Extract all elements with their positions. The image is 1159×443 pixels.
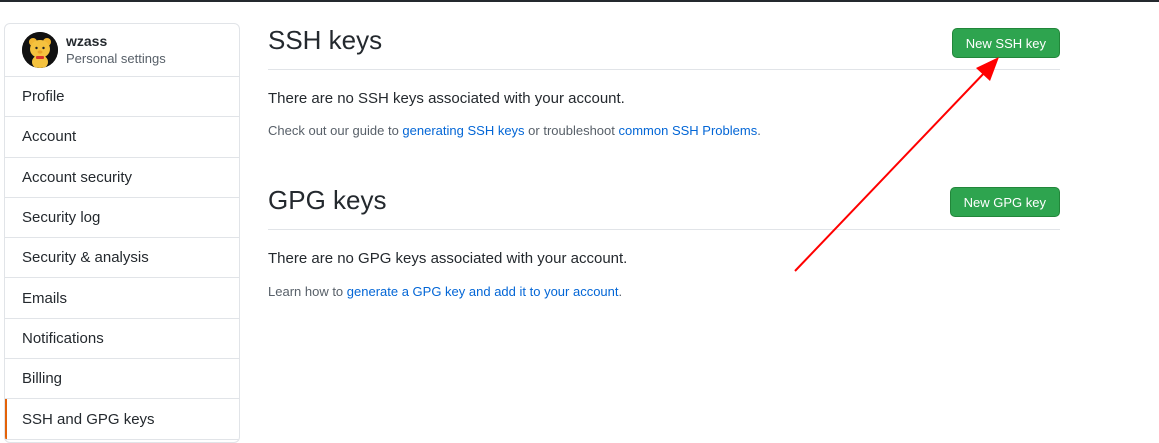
personal-settings-label: Personal settings	[66, 51, 166, 66]
ssh-keys-title: SSH keys	[268, 25, 383, 55]
settings-sidebar: wzass Personal settings Profile Account …	[4, 23, 240, 443]
common-ssh-problems-link[interactable]: common SSH Problems	[619, 123, 758, 138]
sidebar-item-account[interactable]: Account	[5, 117, 239, 158]
sidebar-item-emails[interactable]: Emails	[5, 278, 239, 319]
ssh-keys-section: SSH keys New SSH key There are no SSH ke…	[268, 23, 1060, 138]
sidebar-item-notifications[interactable]: Notifications	[5, 319, 239, 360]
generate-gpg-key-link[interactable]: generate a GPG key and add it to your ac…	[347, 284, 619, 299]
ssh-empty-message: There are no SSH keys associated with yo…	[268, 90, 625, 107]
avatar[interactable]	[22, 32, 58, 68]
sidebar-item-profile[interactable]: Profile	[5, 77, 239, 118]
gpg-help-text: Learn how to generate a GPG key and add …	[268, 284, 622, 299]
bear-avatar-icon	[22, 32, 58, 68]
gpg-empty-message: There are no GPG keys associated with yo…	[268, 250, 628, 267]
gpg-keys-title: GPG keys	[268, 185, 387, 215]
gpg-keys-section: GPG keys New GPG key There are no GPG ke…	[268, 183, 1060, 299]
sidebar-item-billing[interactable]: Billing	[5, 359, 239, 400]
ssh-keys-header: SSH keys New SSH key	[268, 23, 1060, 70]
new-ssh-key-button[interactable]: New SSH key	[951, 28, 1060, 58]
profile-header[interactable]: wzass Personal settings	[5, 24, 239, 77]
ssh-help-text: Check out our guide to generating SSH ke…	[268, 123, 761, 138]
generating-ssh-keys-link[interactable]: generating SSH keys	[402, 123, 524, 138]
gpg-help-prefix: Learn how to	[268, 284, 347, 299]
username[interactable]: wzass	[66, 33, 166, 50]
sidebar-item-account-security[interactable]: Account security	[5, 158, 239, 198]
ssh-help-middle: or troubleshoot	[524, 123, 619, 138]
ssh-help-prefix: Check out our guide to	[268, 123, 403, 138]
sidebar-item-security-analysis[interactable]: Security & analysis	[5, 238, 239, 279]
gpg-help-suffix: .	[618, 284, 623, 299]
new-gpg-key-button[interactable]: New GPG key	[949, 187, 1060, 217]
sidebar-item-security-log[interactable]: Security log	[5, 198, 239, 239]
sidebar-item-ssh-gpg-keys[interactable]: SSH and GPG keys	[5, 399, 239, 440]
top-border	[0, 0, 1159, 2]
gpg-keys-header: GPG keys New GPG key	[268, 183, 1060, 230]
ssh-help-suffix: .	[757, 123, 761, 138]
